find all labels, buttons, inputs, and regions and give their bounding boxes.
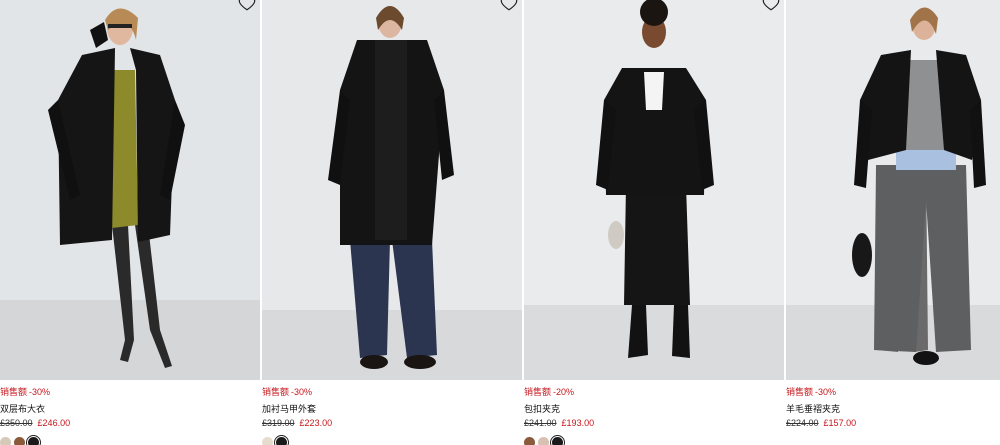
- price-row: £224.00 £157.00: [786, 417, 1000, 429]
- color-swatch[interactable]: [28, 437, 39, 445]
- sale-price: £223.00: [299, 418, 333, 428]
- heart-outline-icon: [762, 0, 780, 12]
- product-card[interactable]: 销售额 -30% 加衬马甲外套 £319.00 £223.00: [262, 0, 522, 445]
- product-name[interactable]: 加衬马甲外套: [262, 403, 522, 415]
- sale-badge: 销售额 -20%: [524, 386, 784, 398]
- price-row: £350.00 £246.00: [0, 417, 260, 429]
- sale-badge: 销售额 -30%: [262, 386, 522, 398]
- color-swatch[interactable]: [538, 437, 549, 445]
- sale-price: £157.00: [823, 418, 857, 428]
- sale-label: 销售额: [786, 387, 814, 397]
- product-card[interactable]: 销售额 -30% 羊毛垂褶夹克 £224.00 £157.00: [786, 0, 1000, 445]
- product-image[interactable]: [524, 0, 784, 380]
- product-name[interactable]: 包扣夹克: [524, 403, 784, 415]
- color-swatches: [524, 437, 784, 445]
- product-card[interactable]: 销售额 -30% 双层布大衣 £350.00 £246.00: [0, 0, 260, 445]
- sale-label: 销售额: [524, 387, 552, 397]
- heart-outline-icon: [238, 0, 256, 12]
- color-swatches: [0, 437, 260, 445]
- original-price: £350.00: [0, 418, 33, 428]
- sale-price: £193.00: [561, 418, 595, 428]
- product-image[interactable]: [0, 0, 260, 380]
- color-swatch[interactable]: [0, 437, 11, 445]
- original-price: £319.00: [262, 418, 295, 428]
- product-image[interactable]: [262, 0, 522, 380]
- product-image[interactable]: [786, 0, 1000, 380]
- original-price: £241.00: [524, 418, 557, 428]
- product-name[interactable]: 双层布大衣: [0, 403, 260, 415]
- color-swatches: [262, 437, 522, 445]
- wishlist-button[interactable]: [762, 0, 780, 12]
- product-card[interactable]: 销售额 -20% 包扣夹克 £241.00 £193.00: [524, 0, 784, 445]
- discount-percent: -30%: [29, 387, 51, 397]
- color-swatch[interactable]: [552, 437, 563, 445]
- sale-badge: 销售额 -30%: [0, 386, 260, 398]
- discount-percent: -30%: [291, 387, 313, 397]
- discount-percent: -20%: [553, 387, 575, 397]
- product-name[interactable]: 羊毛垂褶夹克: [786, 403, 1000, 415]
- color-swatch[interactable]: [276, 437, 287, 445]
- color-swatch[interactable]: [524, 437, 535, 445]
- wishlist-button[interactable]: [500, 0, 518, 12]
- price-row: £241.00 £193.00: [524, 417, 784, 429]
- original-price: £224.00: [786, 418, 819, 428]
- sale-label: 销售额: [262, 387, 290, 397]
- product-grid: 销售额 -30% 双层布大衣 £350.00 £246.00 销售额 -30% …: [0, 0, 1000, 445]
- color-swatch[interactable]: [14, 437, 25, 445]
- color-swatch[interactable]: [262, 437, 273, 445]
- sale-badge: 销售额 -30%: [786, 386, 1000, 398]
- price-row: £319.00 £223.00: [262, 417, 522, 429]
- heart-outline-icon: [500, 0, 518, 12]
- sale-label: 销售额: [0, 387, 28, 397]
- discount-percent: -30%: [815, 387, 837, 397]
- wishlist-button[interactable]: [238, 0, 256, 12]
- sale-price: £246.00: [37, 418, 71, 428]
